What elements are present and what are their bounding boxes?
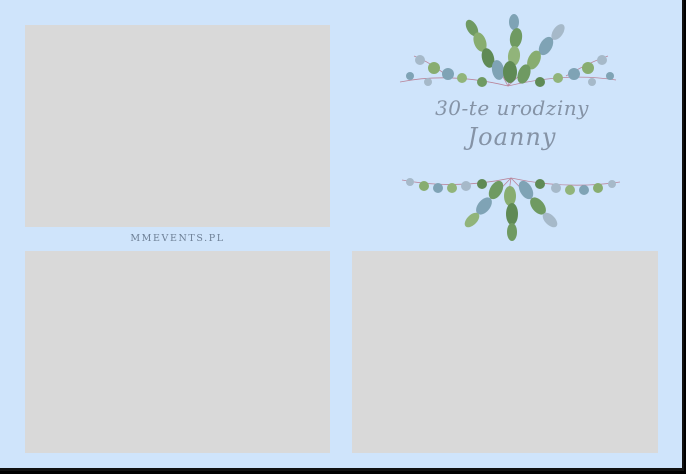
brand-watermark: MMEVENTS.PL [130,233,225,244]
photo-placeholder-bottom-left[interactable] [25,251,330,453]
eucalyptus-wreath-top-icon [399,14,617,87]
eucalyptus-wreath-bottom-icon [401,177,621,241]
photo-card: MMEVENTS.PL 30-te urodziny Joanny [0,0,684,471]
photo-placeholder-top-left[interactable] [25,25,330,227]
invitation-title: 30-te urodziny Joanny [392,96,632,152]
celebrant-name: Joanny [467,123,557,151]
event-title: 30-te urodziny [435,96,589,120]
photo-placeholder-bottom-right[interactable] [352,251,658,453]
